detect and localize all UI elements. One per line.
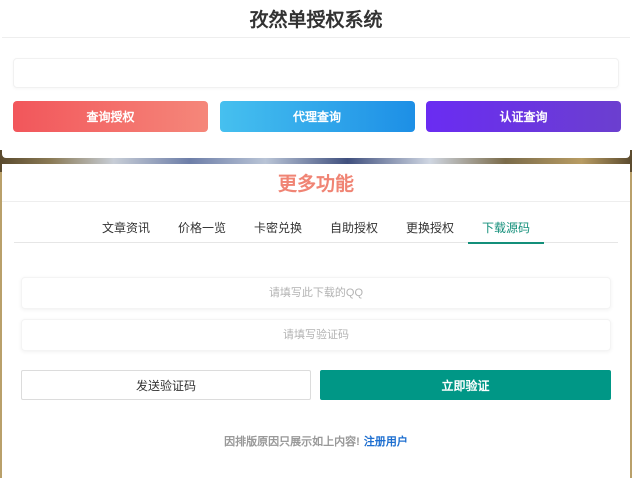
tab-articles[interactable]: 文章资讯	[88, 212, 164, 243]
feature-tabs: 文章资讯 价格一览 卡密兑换 自助授权 更换授权 下载源码	[14, 212, 618, 244]
tab-download-source[interactable]: 下载源码	[468, 212, 545, 244]
search-field[interactable]	[13, 58, 619, 88]
agent-query-button[interactable]: 代理查询	[219, 101, 415, 132]
notice-text: 因排版原因只展示如上内容!	[224, 436, 360, 448]
verify-now-button[interactable]: 立即验证	[320, 370, 611, 400]
cert-query-button[interactable]: 认证查询	[426, 101, 621, 132]
qq-input[interactable]	[22, 278, 610, 308]
qq-field[interactable]	[21, 277, 611, 309]
tab-change-auth[interactable]: 更换授权	[392, 212, 468, 243]
auth-query-card: 孜然单授权系统 查询授权 代理查询 认证查询	[2, 0, 630, 158]
tab-self-auth[interactable]: 自助授权	[316, 212, 392, 243]
more-features-title: 更多功能	[2, 164, 630, 202]
tab-card-redeem[interactable]: 卡密兑换	[240, 212, 316, 243]
search-input[interactable]	[14, 59, 618, 87]
page-title: 孜然单授权系统	[2, 0, 630, 38]
query-button-row: 查询授权 代理查询 认证查询	[13, 101, 621, 132]
verify-action-row: 发送验证码 立即验证	[21, 370, 611, 400]
send-code-button[interactable]: 发送验证码	[21, 370, 311, 400]
verification-code-input[interactable]	[22, 320, 610, 350]
more-features-card: 更多功能 文章资讯 价格一览 卡密兑换 自助授权 更换授权 下载源码 发送验证码…	[2, 164, 630, 478]
layout-notice: 因排版原因只展示如上内容! 注册用户	[2, 432, 630, 450]
query-auth-button[interactable]: 查询授权	[13, 101, 208, 132]
tab-prices[interactable]: 价格一览	[164, 212, 240, 243]
register-link[interactable]: 注册用户	[364, 433, 408, 449]
verification-code-field[interactable]	[21, 319, 611, 351]
